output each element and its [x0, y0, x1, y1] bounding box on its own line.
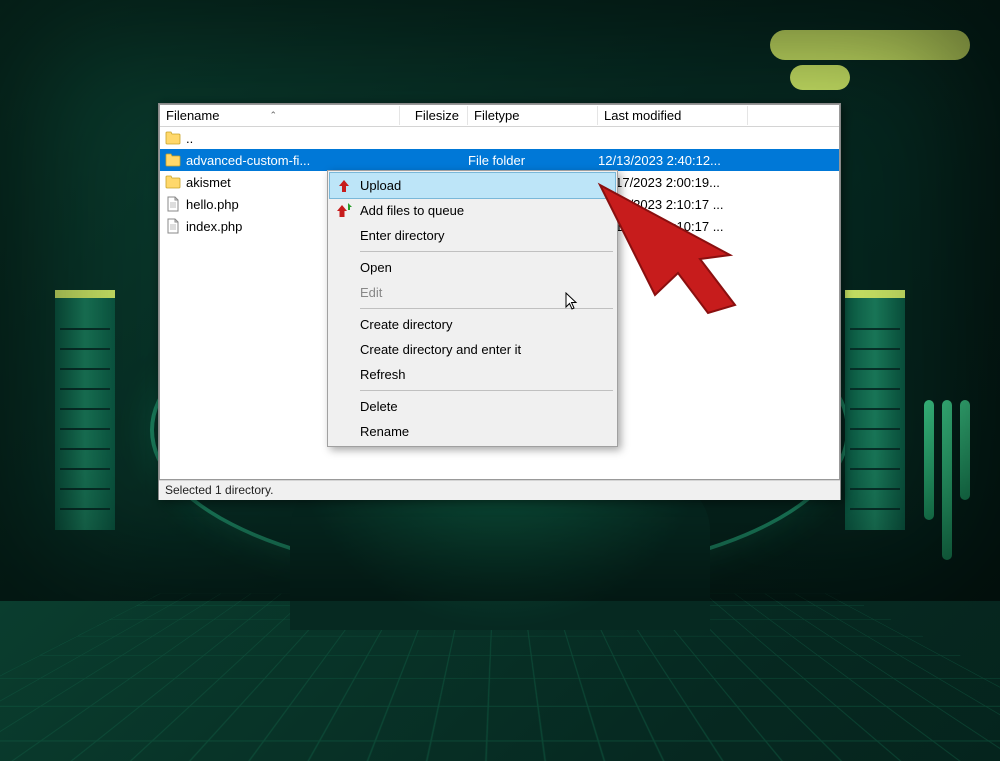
- sort-ascending-icon: ⌃: [269, 110, 277, 121]
- file-modified: 11/17/2023 2:00:19...: [598, 175, 748, 190]
- menu-item-label: Upload: [360, 178, 401, 193]
- menu-item-rename[interactable]: Rename: [330, 419, 615, 444]
- menu-item-create-directory[interactable]: Create directory: [330, 312, 615, 337]
- file-modified: 11/17/2023 2:10:17 ...: [598, 197, 748, 212]
- context-menu: Upload Add files to queue Enter directory O…: [327, 170, 618, 447]
- menu-separator: [360, 390, 613, 391]
- menu-item-label: Open: [360, 260, 392, 275]
- menu-item-delete[interactable]: Delete: [330, 394, 615, 419]
- menu-item-edit: Edit: [330, 280, 615, 305]
- menu-item-open[interactable]: Open: [330, 255, 615, 280]
- menu-item-label: Edit: [360, 285, 382, 300]
- menu-item-label: Rename: [360, 424, 409, 439]
- queue-arrow-icon: [336, 203, 352, 219]
- menu-item-label: Delete: [360, 399, 398, 414]
- menu-item-enter-directory[interactable]: Enter directory: [330, 223, 615, 248]
- file-modified: 11/17/2023 2:10:17 ...: [598, 219, 748, 234]
- file-icon: [164, 196, 182, 212]
- folder-icon: [164, 174, 182, 190]
- menu-separator: [360, 251, 613, 252]
- menu-item-label: Add files to queue: [360, 203, 464, 218]
- column-headers: Filename ⌃ Filesize Filetype Last modifi…: [160, 105, 839, 127]
- column-header-filesize[interactable]: Filesize: [400, 106, 468, 125]
- upload-arrow-icon: [336, 178, 352, 194]
- column-header-filetype[interactable]: Filetype: [468, 106, 598, 125]
- menu-item-upload[interactable]: Upload: [329, 172, 616, 199]
- column-header-filename[interactable]: Filename ⌃: [160, 106, 400, 125]
- menu-item-create-directory-and-enter-it[interactable]: Create directory and enter it: [330, 337, 615, 362]
- menu-item-label: Create directory and enter it: [360, 342, 521, 357]
- folder-up-icon: [164, 130, 182, 146]
- menu-item-refresh[interactable]: Refresh: [330, 362, 615, 387]
- file-name: advanced-custom-fi...: [186, 153, 400, 168]
- menu-item-label: Refresh: [360, 367, 406, 382]
- menu-separator: [360, 308, 613, 309]
- menu-item-add-files-to-queue[interactable]: Add files to queue: [330, 198, 615, 223]
- menu-item-label: Enter directory: [360, 228, 445, 243]
- menu-item-label: Create directory: [360, 317, 452, 332]
- file-icon: [164, 218, 182, 234]
- status-bar: Selected 1 directory.: [159, 480, 840, 500]
- folder-icon: [164, 152, 182, 168]
- file-name: ..: [186, 131, 400, 146]
- file-row[interactable]: advanced-custom-fi... File folder12/13/20…: [160, 149, 839, 171]
- file-type: File folder: [468, 153, 598, 168]
- file-row[interactable]: ..: [160, 127, 839, 149]
- column-header-modified[interactable]: Last modified: [598, 106, 748, 125]
- file-modified: 12/13/2023 2:40:12...: [598, 153, 748, 168]
